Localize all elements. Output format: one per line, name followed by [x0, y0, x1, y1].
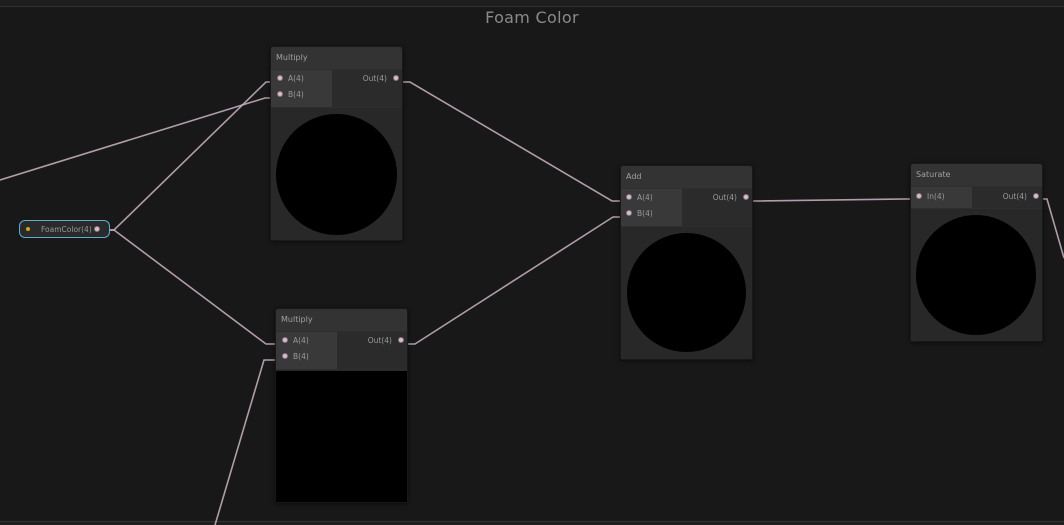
output-port[interactable]: Out(4) — [332, 71, 402, 87]
port-label: Out(4) — [712, 193, 737, 202]
preview-circle — [627, 233, 746, 352]
port-label: B(4) — [293, 352, 309, 361]
node-title[interactable]: Add — [621, 166, 752, 188]
multiply-node-top[interactable]: Multiply A(4) B(4) Out(4) — [270, 46, 403, 241]
wire-offscreen-to-mul-bottom-b[interactable] — [214, 359, 284, 525]
node-preview — [276, 370, 407, 502]
node-title[interactable]: Multiply — [276, 309, 407, 331]
port-dot[interactable] — [916, 193, 922, 199]
port-dot[interactable] — [277, 91, 283, 97]
node-preview — [911, 209, 1042, 341]
port-label: Out(4) — [367, 336, 392, 345]
port-dot[interactable] — [393, 75, 399, 81]
wire-mul-bottom-out-to-add-b[interactable] — [400, 216, 628, 345]
port-dot[interactable] — [398, 337, 404, 343]
wire-add-out-to-saturate-in[interactable] — [743, 198, 918, 202]
property-output-port[interactable] — [94, 226, 100, 232]
multiply-node-bottom[interactable]: Multiply A(4) B(4) Out(4) — [275, 308, 408, 503]
property-type-dot — [26, 227, 30, 231]
output-ports: Out(4) — [337, 332, 407, 369]
property-label: FoamColor(4) — [41, 225, 92, 234]
node-preview — [271, 108, 402, 240]
wire-foamcolor-to-mul-top-a[interactable] — [97, 81, 279, 231]
output-port[interactable]: Out(4) — [972, 189, 1042, 205]
port-dot[interactable] — [282, 353, 288, 359]
output-ports: Out(4) — [972, 187, 1042, 208]
port-dot[interactable] — [626, 210, 632, 216]
preview-square — [276, 371, 407, 502]
port-dot[interactable] — [743, 194, 749, 200]
input-ports: A(4) B(4) — [271, 70, 332, 107]
port-dot[interactable] — [1033, 193, 1039, 199]
input-port-b[interactable]: B(4) — [271, 87, 332, 103]
input-ports: In(4) — [911, 187, 972, 208]
port-label: B(4) — [637, 209, 653, 218]
wire-foamcolor-to-mul-bottom-a[interactable] — [97, 229, 284, 345]
preview-circle — [916, 215, 1036, 335]
port-label: A(4) — [288, 74, 304, 83]
port-label: B(4) — [288, 90, 304, 99]
output-port[interactable]: Out(4) — [337, 333, 407, 349]
port-label: A(4) — [637, 193, 653, 202]
input-port-a[interactable]: A(4) — [276, 333, 337, 349]
port-dot[interactable] — [626, 194, 632, 200]
port-label: Out(4) — [362, 74, 387, 83]
saturate-node[interactable]: Saturate In(4) Out(4) — [910, 163, 1043, 342]
node-title[interactable]: Saturate — [911, 164, 1042, 186]
output-ports: Out(4) — [682, 189, 752, 226]
port-label: A(4) — [293, 336, 309, 345]
input-ports: A(4) B(4) — [621, 189, 682, 226]
foamcolor-property-node[interactable]: FoamColor(4) — [19, 220, 110, 238]
port-dot[interactable] — [277, 75, 283, 81]
port-dot[interactable] — [282, 337, 288, 343]
node-title[interactable]: Multiply — [271, 47, 402, 69]
node-preview — [621, 227, 752, 359]
add-node[interactable]: Add A(4) B(4) Out(4) — [620, 165, 753, 360]
port-label: Out(4) — [1002, 192, 1027, 201]
input-port-b[interactable]: B(4) — [621, 206, 682, 222]
input-port-a[interactable]: A(4) — [621, 190, 682, 206]
preview-circle — [276, 114, 397, 235]
wire-mul-top-out-to-add-a[interactable] — [395, 81, 628, 202]
input-port-b[interactable]: B(4) — [276, 349, 337, 365]
port-label: In(4) — [927, 192, 945, 201]
input-port-in[interactable]: In(4) — [911, 189, 972, 205]
connection-wires — [0, 81, 1064, 525]
output-ports: Out(4) — [332, 70, 402, 107]
output-port[interactable]: Out(4) — [682, 190, 752, 206]
input-port-a[interactable]: A(4) — [271, 71, 332, 87]
input-ports: A(4) B(4) — [276, 332, 337, 369]
